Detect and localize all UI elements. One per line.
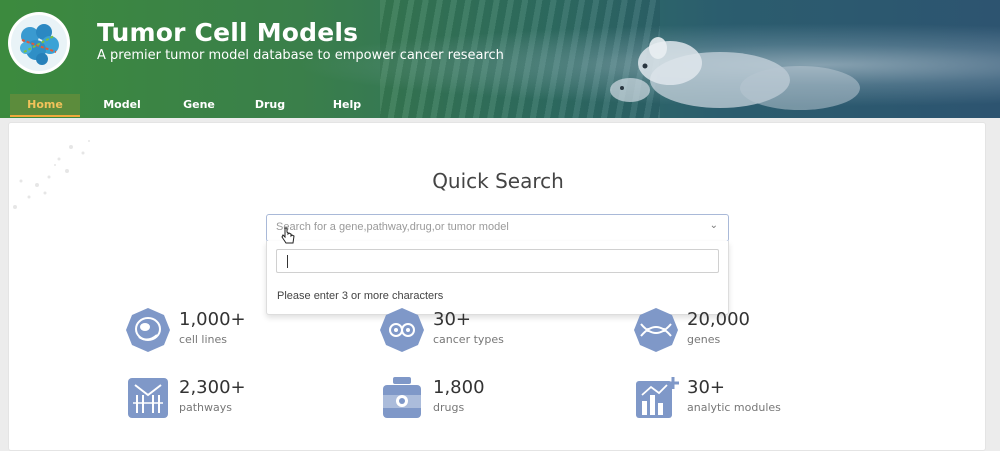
drug-icon [383,377,421,418]
stat-label: drugs [433,401,465,414]
stat-value: 1,800 [433,377,485,398]
hand-cursor-icon [281,227,295,244]
stat-analytic-modules: 30+ analytic modules [633,375,823,419]
cell-icon [126,308,170,352]
site-subtitle: A premier tumor model database to empowe… [97,48,504,63]
cell-cluster-logo-icon [11,15,67,71]
nav-model[interactable]: Model [80,94,164,117]
text-caret [287,255,288,268]
chevron-down-icon[interactable]: ⌄ [710,220,718,231]
stat-genes: 20,000 genes [633,307,803,352]
search-placeholder: Search for a gene,pathway,drug,or tumor … [276,221,509,233]
nav-drug[interactable]: Drug [234,94,306,117]
stat-label: genes [687,333,721,346]
stat-label: pathways [179,401,232,414]
stat-value: 20,000 [687,309,750,330]
stat-label: analytic modules [687,401,781,414]
search-dropdown: Please enter 3 or more characters [266,241,729,315]
stat-value: 30+ [687,377,725,398]
analytics-icon [636,377,679,418]
search-hint: Please enter 3 or more characters [277,290,444,302]
main-content: Quick Search Search for a gene,pathway,d… [8,122,986,451]
quick-search-select[interactable]: Search for a gene,pathway,drug,or tumor … [266,214,729,242]
search-input[interactable] [276,249,719,273]
site-header: Tumor Cell Models A premier tumor model … [0,0,1000,118]
dna-icon [634,308,678,352]
stat-label: cancer types [433,333,504,346]
stat-pathways: 2,300+ pathways [125,375,295,419]
stat-cancer-types: 30+ cancer types [379,307,549,352]
mouse-banner-image [610,37,860,110]
quick-search-title: Quick Search [432,169,564,193]
main-nav: Home Model Gene Drug Help [10,94,388,118]
pathway-icon [128,378,168,418]
site-logo[interactable] [8,12,70,74]
stat-value: 2,300+ [179,377,246,398]
nav-home[interactable]: Home [10,94,80,117]
stat-value: 30+ [433,309,471,330]
stat-label: cell lines [179,333,228,346]
decorative-dots [13,140,90,209]
stat-cell-lines: 1,000+ cell lines [125,307,295,352]
stat-drugs: 1,800 drugs [379,375,549,419]
cancer-ribbon-icon [380,308,424,352]
stat-value: 1,000+ [179,309,246,330]
nav-gene[interactable]: Gene [164,94,234,117]
site-title: Tumor Cell Models [97,18,359,47]
nav-help[interactable]: Help [306,94,388,117]
